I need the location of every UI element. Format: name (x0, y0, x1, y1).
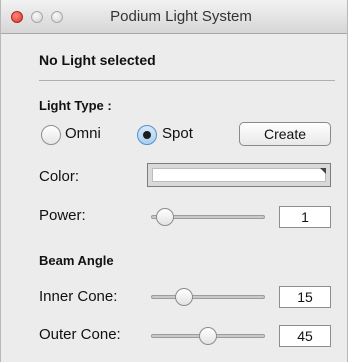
podium-light-window: Podium Light System No Light selected Li… (0, 0, 348, 362)
outer-cone-value-field[interactable]: 45 (279, 325, 331, 347)
power-slider[interactable] (151, 207, 265, 227)
inner-cone-slider[interactable] (151, 287, 265, 307)
color-well[interactable] (147, 163, 331, 187)
title-bar[interactable]: Podium Light System (1, 0, 347, 34)
divider (39, 80, 335, 81)
inner-cone-label: Inner Cone: (39, 288, 118, 305)
color-swatch (152, 168, 326, 182)
omni-radio[interactable] (41, 125, 61, 145)
spot-radio-label[interactable]: Spot (162, 125, 193, 142)
inner-cone-slider-track (151, 295, 265, 299)
inner-cone-slider-knob[interactable] (175, 288, 193, 306)
beam-angle-heading: Beam Angle (39, 253, 114, 268)
inner-cone-value-field[interactable]: 15 (279, 286, 331, 308)
outer-cone-label: Outer Cone: (39, 326, 121, 343)
omni-radio-label[interactable]: Omni (65, 125, 101, 142)
selection-status: No Light selected (39, 52, 156, 68)
color-label: Color: (39, 168, 80, 185)
power-value-field[interactable]: 1 (279, 206, 331, 228)
spot-radio[interactable] (137, 125, 157, 145)
window-title: Podium Light System (110, 8, 252, 25)
light-type-heading: Light Type : (39, 98, 112, 113)
outer-cone-slider-knob[interactable] (199, 327, 217, 345)
outer-cone-slider[interactable] (151, 326, 265, 346)
create-button[interactable]: Create (239, 122, 331, 146)
power-slider-knob[interactable] (155, 208, 174, 226)
power-label: Power: (39, 207, 86, 224)
dropdown-corner-icon (320, 168, 326, 174)
